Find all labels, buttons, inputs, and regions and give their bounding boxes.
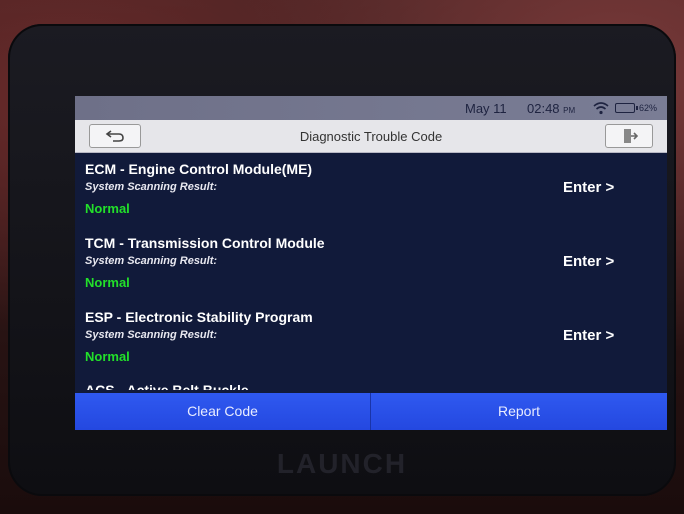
enter-button-tcm[interactable]: Enter > — [563, 253, 614, 270]
page-title: Diagnostic Trouble Code — [299, 129, 443, 144]
exit-icon — [624, 129, 638, 143]
bottom-action-bar: Clear Code Report — [75, 393, 667, 430]
module-title: TCM - Transmission Control Module — [85, 235, 325, 251]
module-list: ECM - Engine Control Module(ME) System S… — [75, 153, 667, 393]
module-subtitle: System Scanning Result: — [85, 181, 218, 193]
module-subtitle: System Scanning Result: — [85, 255, 218, 267]
status-time: 02:48 PM — [527, 101, 576, 116]
module-item-esp[interactable]: ESP - Electronic Stability Program Syste… — [75, 301, 667, 375]
title-bar: Diagnostic Trouble Code — [75, 120, 667, 153]
exit-button[interactable] — [605, 124, 653, 148]
battery-icon — [615, 103, 638, 113]
status-bar: May 11 02:48 PM 62% — [75, 96, 667, 120]
enter-button-ecm[interactable]: Enter > — [563, 179, 614, 196]
battery-percent: 62% — [639, 103, 658, 113]
enter-button-esp[interactable]: Enter > — [563, 327, 614, 344]
module-status: Normal — [85, 201, 130, 216]
report-button[interactable]: Report — [371, 393, 667, 430]
brand-logo: LAUNCH — [276, 448, 408, 479]
clear-code-button[interactable]: Clear Code — [75, 393, 371, 430]
module-title: ECM - Engine Control Module(ME) — [85, 161, 313, 177]
screen: May 11 02:48 PM 62% Diagnostic Trouble C… — [75, 96, 667, 430]
module-status: Normal — [85, 275, 130, 290]
module-subtitle: System Scanning Result: — [85, 329, 218, 341]
module-item-ecm[interactable]: ECM - Engine Control Module(ME) System S… — [75, 153, 667, 227]
module-title: ESP - Electronic Stability Program — [85, 309, 313, 325]
module-item-tcm[interactable]: TCM - Transmission Control Module System… — [75, 227, 667, 301]
module-item-acs-partial[interactable]: ACS - Active Belt Buckle — [85, 383, 249, 390]
module-status: Normal — [85, 349, 130, 364]
status-date: May 11 — [465, 101, 507, 116]
wifi-icon — [593, 102, 609, 115]
